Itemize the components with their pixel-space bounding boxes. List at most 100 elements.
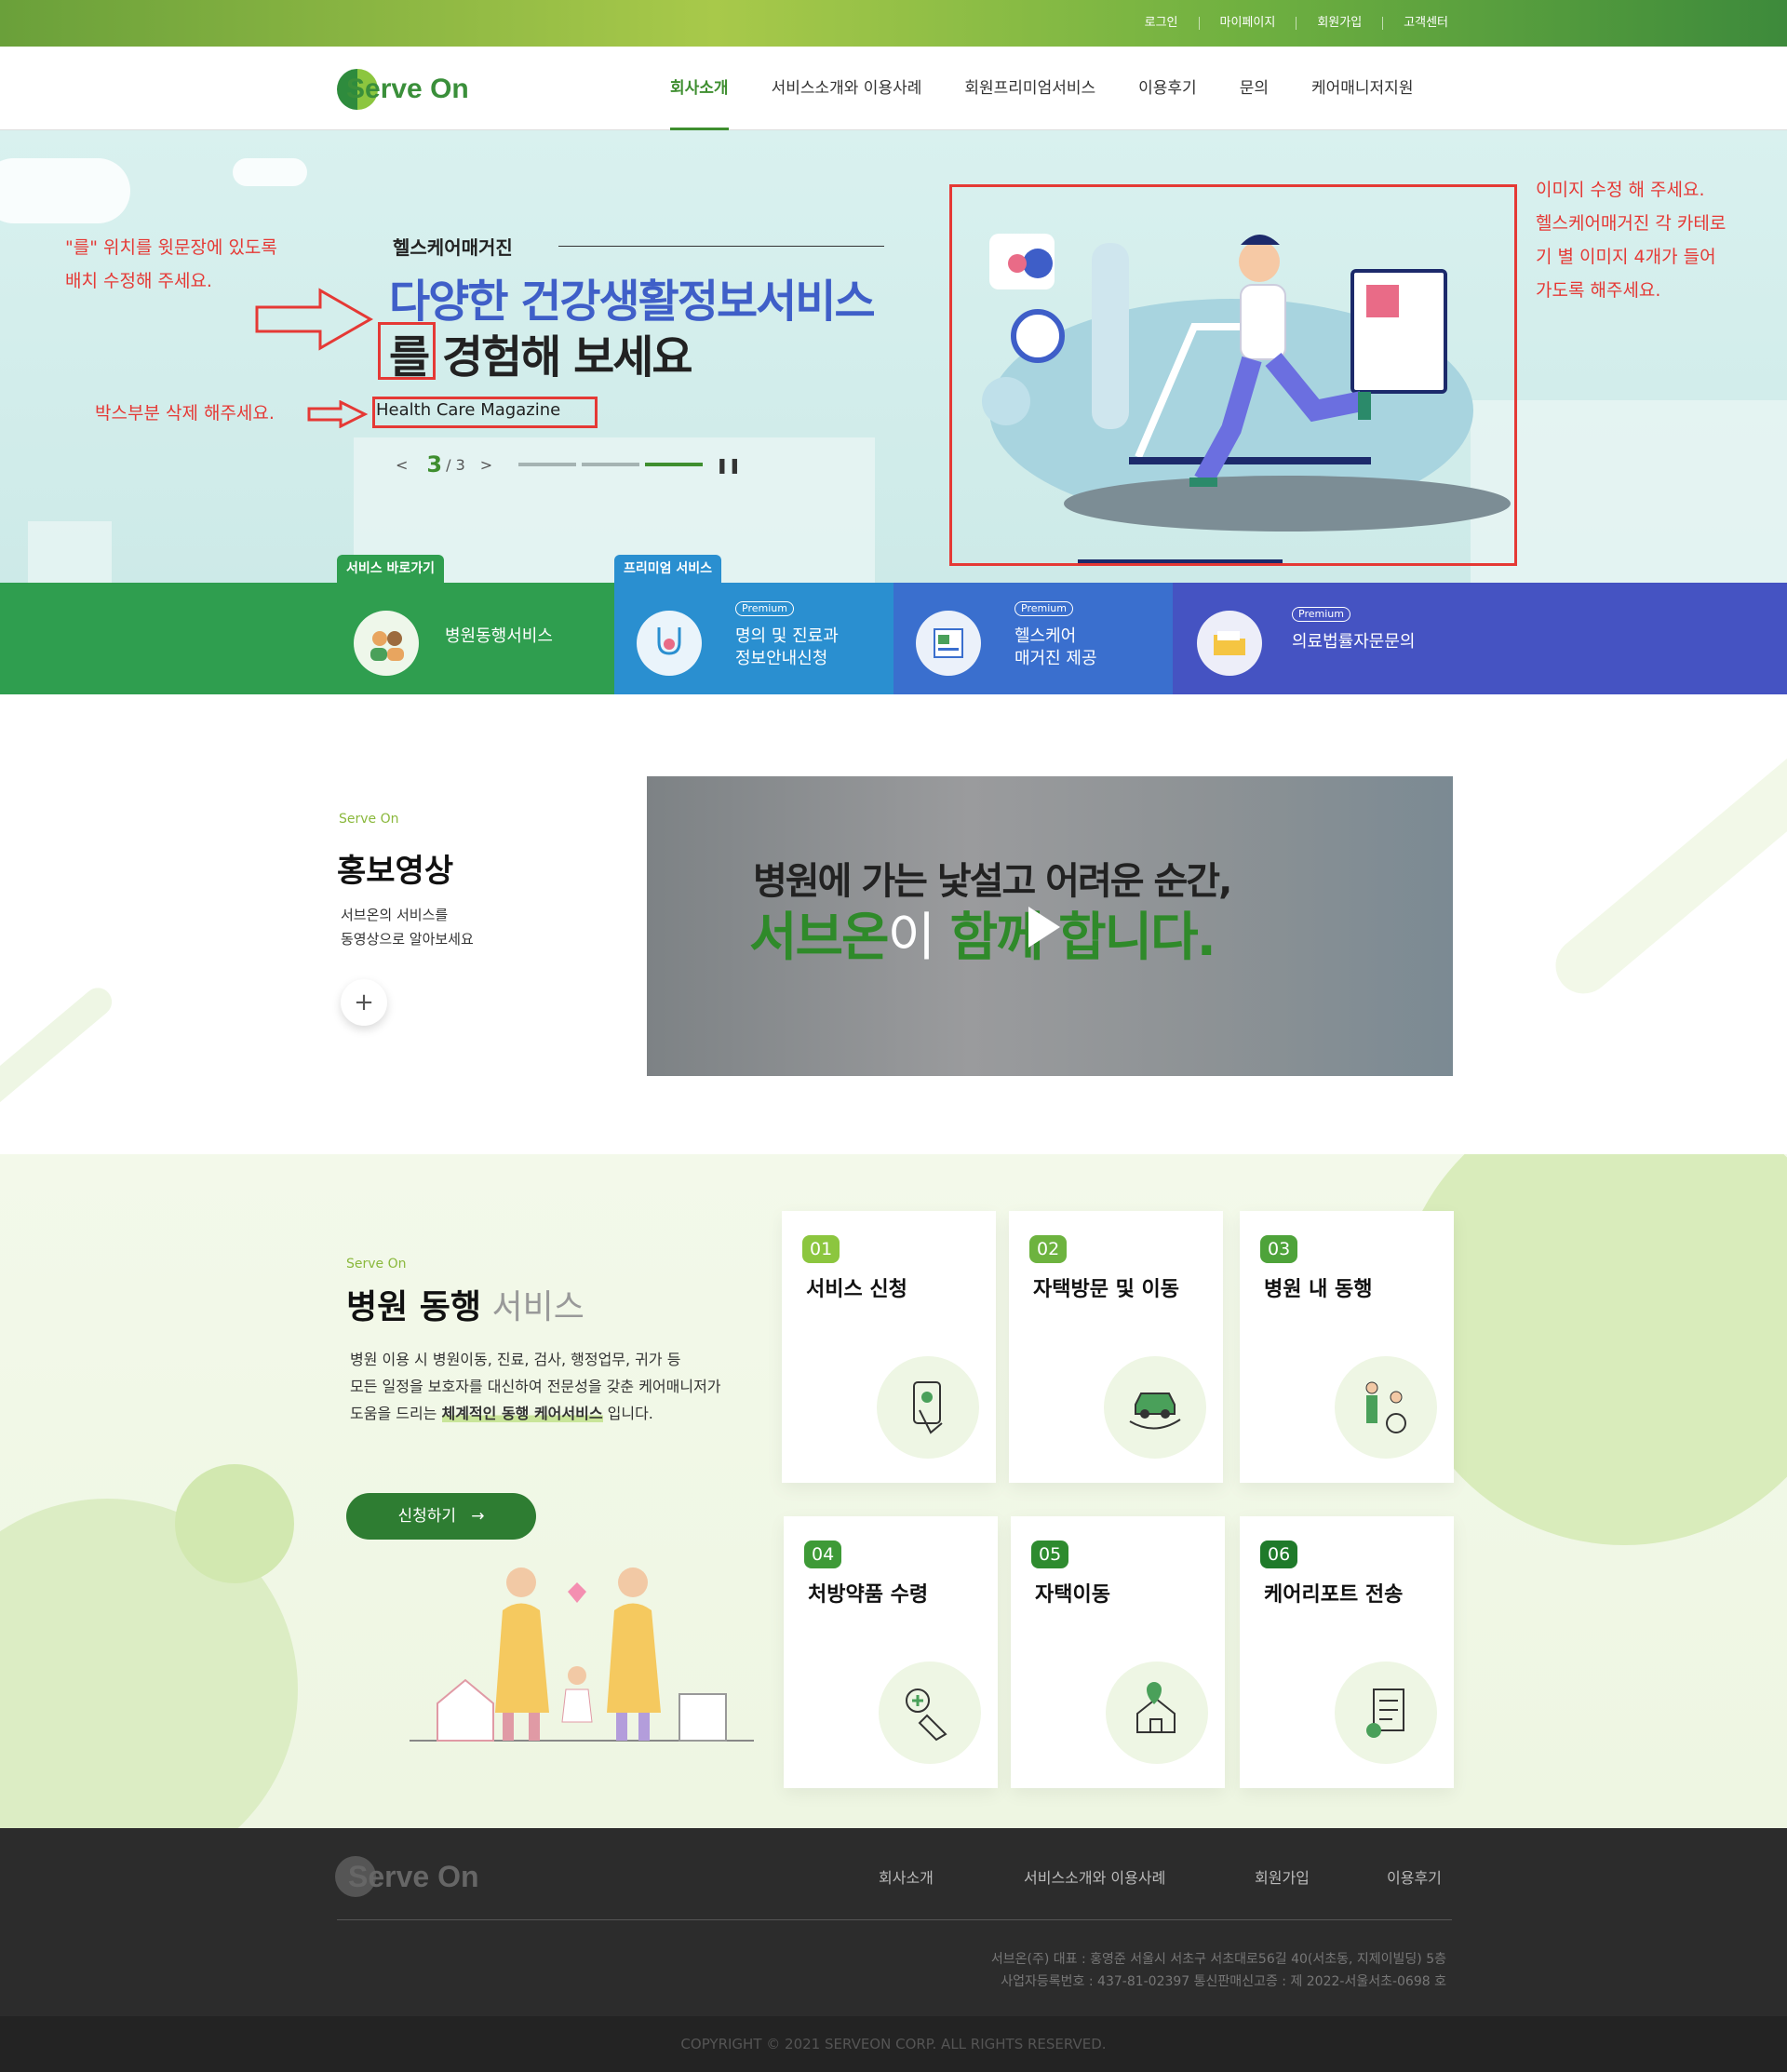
company-info: 서브온(주) 대표 : 홍영준 서울시 서초구 서초대로56길 40(서초동, … [990, 1952, 1446, 1967]
people-icon [354, 611, 419, 676]
arrow-right-icon [307, 400, 369, 428]
footer: Serve On 회사소개 서비스소개와 이용사례 회원가입 이용후기 서브온(… [0, 1828, 1787, 2072]
step-number: 01 [802, 1235, 840, 1263]
menu-item-caremanager[interactable]: 케어매니저지원 [1311, 47, 1413, 130]
logo-text: Serve On [346, 74, 469, 104]
service-magazine[interactable]: Premium 헬스케어 매거진 제공 [894, 583, 1173, 694]
apply-button[interactable]: 신청하기 → [346, 1493, 536, 1540]
folder-icon [1197, 611, 1262, 676]
logo[interactable]: Serve On [337, 67, 486, 112]
slide-controls: < 3 / 3 > ❚❚ [396, 451, 741, 478]
hero-tag: Health Care Magazine [376, 400, 561, 420]
menu-item-company[interactable]: 회사소개 [670, 47, 729, 130]
promo-video-player[interactable]: 병원에 가는 낯설고 어려운 순간, 서브온이 함께 합니다. [647, 776, 1453, 1076]
step-number: 03 [1260, 1235, 1298, 1263]
section-title: 병원 동행 서비스 [346, 1280, 584, 1328]
menu-item-premium[interactable]: 회원프리미엄서비스 [964, 47, 1095, 130]
logo-text: Serve On [348, 1860, 479, 1893]
home-location-icon [1106, 1662, 1208, 1764]
footer-link-reviews[interactable]: 이용후기 [1387, 1865, 1442, 1888]
slide-indicator[interactable] [645, 463, 704, 466]
mypage-link[interactable]: 마이페이지 [1198, 17, 1297, 30]
service-label: 헬스케어 매거진 제공 [1014, 626, 1097, 668]
step-card[interactable]: 03 병원 내 동행 [1240, 1211, 1454, 1483]
menu-item-services[interactable]: 서비스소개와 이용사례 [772, 47, 922, 130]
stethoscope-icon [637, 611, 702, 676]
menu-item-reviews[interactable]: 이용후기 [1138, 47, 1197, 130]
step-card[interactable]: 01 서비스 신청 [782, 1211, 996, 1483]
treadmill-illustration-icon [982, 234, 1511, 563]
annotation-note-right: 이미지 수정 해 주세요. 헬스케어매거진 각 카테로 기 별 이미지 4개가 … [1536, 180, 1727, 301]
step-card[interactable]: 04 처방약품 수령 [784, 1516, 998, 1788]
main-header: Serve On 회사소개 서비스소개와 이용사례 회원프리미엄서비스 이용후기… [0, 47, 1787, 130]
section-title: 홍보영상 [337, 853, 454, 890]
cloud-decoration [0, 158, 130, 223]
premium-badge: Premium [735, 601, 794, 616]
step-name: 자택방문 및 이동 [1033, 1278, 1179, 1301]
desc-line: 도움을 드리는 체계적인 동행 케어서비스 입니다. [350, 1400, 721, 1427]
slide-progress [518, 463, 708, 466]
chevron-right-icon[interactable]: > [480, 456, 492, 474]
decor-stripe [1544, 694, 1787, 1005]
headline-word-rest: 경험해 보세요 [428, 331, 693, 383]
service-legal-advice[interactable]: Premium 의료법률자문문의 [1173, 583, 1787, 694]
premium-badge: Premium [1014, 601, 1073, 616]
wheelchair-icon [1335, 1356, 1437, 1459]
service-label: 병원동행서비스 [445, 626, 553, 646]
video-brand-word: 서브온 [749, 908, 890, 968]
slide-indicator[interactable] [582, 463, 640, 466]
login-link[interactable]: 로그인 [1124, 17, 1199, 30]
footer-divider [337, 1919, 1452, 1920]
building-decoration [28, 521, 112, 583]
tab-service-shortcut[interactable]: 서비스 바로가기 [337, 555, 445, 583]
tab-premium-service[interactable]: 프리미엄 서비스 [614, 555, 722, 583]
phone-touch-icon [877, 1356, 979, 1459]
hospital-service-section: Serve On 병원 동행 서비스 병원 이용 시 병원이동, 진료, 검사,… [0, 1154, 1787, 1828]
section-description: 병원 이용 시 병원이동, 진료, 검사, 행정업무, 귀가 등 모든 일정을 … [350, 1346, 721, 1427]
chevron-left-icon[interactable]: < [396, 456, 408, 474]
annotation-note-left: "를" 위치를 윗문장에 있도록 배치 수정해 주세요. [65, 237, 277, 291]
service-hospital-companion[interactable]: 병원동행서비스 [0, 583, 614, 694]
section-subtitle: Serve On [346, 1257, 407, 1271]
step-name: 병원 내 동행 [1264, 1278, 1373, 1301]
main-menu: 회사소개 서비스소개와 이용사례 회원프리미엄서비스 이용후기 문의 케어매니저… [670, 47, 1456, 130]
utility-links: 로그인 마이페이지 회원가입 고객센터 [1124, 0, 1469, 47]
decor-circle [175, 1464, 294, 1583]
medicine-icon [879, 1662, 981, 1764]
section-description: 서브온의 서비스를 동영상으로 알아보세요 [341, 907, 474, 948]
play-icon[interactable] [1028, 907, 1060, 948]
footer-logo[interactable]: Serve On [335, 1852, 521, 1899]
desc-text: 입니다. [602, 1405, 653, 1422]
pause-icon[interactable]: ❚❚ [716, 456, 741, 474]
footer-link-company[interactable]: 회사소개 [879, 1865, 934, 1888]
decor-stripe [0, 982, 118, 1123]
menu-item-contact[interactable]: 문의 [1240, 47, 1269, 130]
slide-indicator[interactable] [518, 463, 577, 466]
apply-label: 신청하기 [397, 1507, 457, 1526]
step-name: 자택이동 [1035, 1583, 1110, 1607]
desc-highlight: 체계적인 동행 케어서비스 [441, 1405, 603, 1422]
building-decoration [1471, 400, 1787, 583]
join-link[interactable]: 회원가입 [1296, 17, 1382, 30]
service-doctor-info[interactable]: Premium 명의 및 진료과 정보안내신청 [614, 583, 894, 694]
report-icon [1335, 1662, 1437, 1764]
quick-service-bar: 병원동행서비스 Premium 명의 및 진료과 정보안내신청 Premium … [0, 555, 1787, 694]
step-number: 06 [1260, 1541, 1298, 1568]
video-caption-2: 서브온이 함께 합니다. [749, 895, 1216, 971]
cloud-decoration [233, 158, 307, 186]
desc-line: 병원 이용 시 병원이동, 진료, 검사, 행정업무, 귀가 등 [350, 1351, 681, 1368]
footer-link-services[interactable]: 서비스소개와 이용사례 [1024, 1865, 1165, 1888]
service-label: 의료법률자문문의 [1292, 632, 1416, 652]
promo-video-section: Serve On 홍보영상 서브온의 서비스를 동영상으로 알아보세요 + 병원… [0, 694, 1787, 1154]
footer-link-join[interactable]: 회원가입 [1255, 1865, 1310, 1888]
top-utility-bar: 로그인 마이페이지 회원가입 고객센터 [0, 0, 1787, 47]
decor-circle [1396, 1154, 1787, 1545]
step-number: 02 [1029, 1235, 1068, 1263]
step-card[interactable]: 06 케어리포트 전송 [1240, 1516, 1454, 1788]
step-card[interactable]: 05 자택이동 [1011, 1516, 1225, 1788]
plus-icon[interactable]: + [341, 979, 387, 1026]
desc-text: 도움을 드리는 [350, 1405, 442, 1422]
support-link[interactable]: 고객센터 [1382, 17, 1469, 30]
step-card[interactable]: 02 자택방문 및 이동 [1009, 1211, 1223, 1483]
video-caption-rest: 함께 합니다. [934, 908, 1216, 968]
